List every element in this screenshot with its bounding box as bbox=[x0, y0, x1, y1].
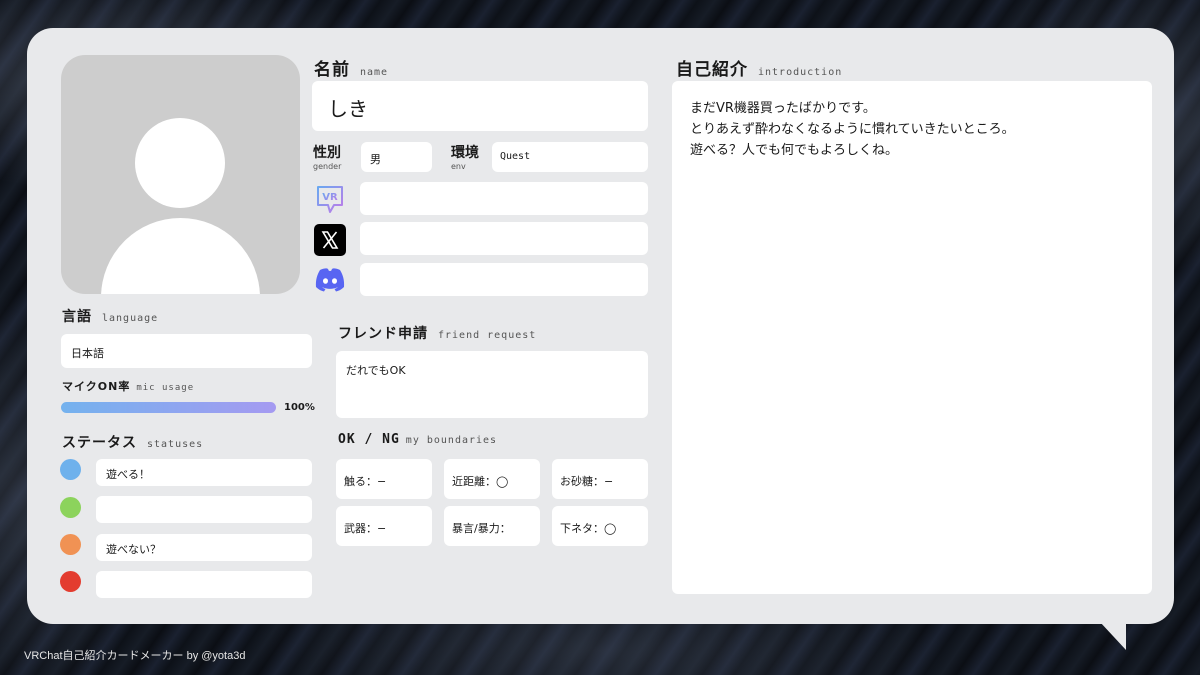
vrchat-icon: VR bbox=[314, 183, 346, 215]
introduction-line-2: とりあえず酔わなくなるように慣れていきたいところ。 bbox=[690, 122, 1015, 137]
statuses-title: ステータス statuses bbox=[62, 432, 203, 452]
boundary-abuse-violence[interactable]: 暴言/暴力： bbox=[444, 506, 540, 546]
boundary-dirty-jokes[interactable]: 下ネタ：◯ bbox=[552, 506, 648, 546]
env-label-group: 環境 env bbox=[451, 142, 479, 171]
boundary-abuse-violence-text: 暴言/暴力： bbox=[452, 522, 511, 535]
name-value: しき bbox=[328, 97, 368, 121]
language-label: 言語 bbox=[62, 309, 92, 325]
status-dot-green bbox=[60, 497, 81, 518]
language-value: 日本語 bbox=[71, 347, 104, 360]
language-label-en: language bbox=[102, 313, 159, 324]
introduction-field[interactable]: まだVR機器買ったばかりです。 とりあえず酔わなくなるように慣れていきたいところ… bbox=[672, 81, 1152, 594]
avatar-head-shape bbox=[135, 118, 225, 208]
boundary-osatou[interactable]: お砂糖：− bbox=[552, 459, 648, 499]
status-dot-red bbox=[60, 571, 81, 592]
status-field-4[interactable] bbox=[96, 571, 312, 598]
mic-label: マイクON率 bbox=[62, 380, 131, 393]
boundary-touch-text: 触る：− bbox=[344, 475, 387, 488]
boundary-weapons-text: 武器：− bbox=[344, 522, 387, 535]
status-field-2[interactable] bbox=[96, 496, 312, 523]
introduction-line-1: まだVR機器買ったばかりです。 bbox=[690, 101, 876, 116]
svg-text:VR: VR bbox=[322, 192, 338, 203]
vrchat-id-field[interactable] bbox=[360, 182, 648, 215]
name-field[interactable]: しき bbox=[312, 81, 648, 131]
introduction-text: まだVR機器買ったばかりです。 とりあえず酔わなくなるように慣れていきたいところ… bbox=[690, 98, 1015, 161]
mic-title: マイクON率 mic usage bbox=[62, 378, 194, 394]
card-tail bbox=[1100, 622, 1126, 650]
status-text-3: 遊べない？ bbox=[106, 543, 161, 556]
language-field[interactable]: 日本語 bbox=[61, 334, 312, 368]
env-value: Quest bbox=[500, 151, 531, 162]
boundary-weapons[interactable]: 武器：− bbox=[336, 506, 432, 546]
statuses-label: ステータス bbox=[62, 435, 137, 451]
name-title: 名前 name bbox=[314, 55, 388, 80]
boundary-close-distance[interactable]: 近距離：◯ bbox=[444, 459, 540, 499]
friend-request-label: フレンド申請 bbox=[338, 326, 428, 342]
friend-request-title: フレンド申請 friend request bbox=[338, 323, 536, 343]
introduction-title: 自己紹介 introduction bbox=[676, 55, 842, 80]
env-label: 環境 bbox=[451, 145, 479, 161]
introduction-line-3: 遊べる？人でも何でもよろしくね。 bbox=[690, 143, 899, 158]
status-dot-blue bbox=[60, 459, 81, 480]
status-field-3[interactable]: 遊べない？ bbox=[96, 534, 312, 561]
friend-request-field[interactable]: だれでもOK bbox=[336, 351, 648, 418]
discord-id-field[interactable] bbox=[360, 263, 648, 296]
boundary-close-distance-text: 近距離：◯ bbox=[452, 475, 509, 488]
friend-request-value: だれでもOK bbox=[346, 364, 406, 377]
x-id-field[interactable] bbox=[360, 222, 648, 255]
status-field-1[interactable]: 遊べる！ bbox=[96, 459, 312, 486]
gender-value: 男 bbox=[370, 153, 381, 166]
status-text-1: 遊べる！ bbox=[106, 468, 150, 481]
friend-request-label-en: friend request bbox=[438, 330, 537, 341]
avatar-placeholder[interactable] bbox=[61, 55, 300, 294]
boundaries-label: OK / NG bbox=[338, 432, 400, 447]
boundaries-label-en: my boundaries bbox=[405, 435, 498, 446]
gender-label: 性別 bbox=[313, 145, 341, 161]
gender-field[interactable]: 男 bbox=[361, 142, 432, 172]
footer-credit: VRChat自己紹介カードメーカー by @yota3d bbox=[24, 650, 246, 662]
statuses-label-en: statuses bbox=[147, 439, 204, 450]
discord-icon bbox=[313, 265, 345, 297]
x-logo-icon bbox=[314, 224, 346, 256]
mic-label-en: mic usage bbox=[136, 383, 195, 393]
language-title: 言語 language bbox=[62, 306, 158, 326]
boundary-dirty-jokes-text: 下ネタ：◯ bbox=[560, 522, 617, 535]
boundary-osatou-text: お砂糖：− bbox=[560, 475, 614, 488]
status-dot-orange bbox=[60, 534, 81, 555]
avatar-body-shape bbox=[101, 218, 260, 294]
env-field[interactable]: Quest bbox=[492, 142, 648, 172]
boundary-touch[interactable]: 触る：− bbox=[336, 459, 432, 499]
mic-usage-bar bbox=[61, 402, 276, 413]
boundaries-title: OK / NG my boundaries bbox=[338, 432, 497, 447]
introduction-label-en: introduction bbox=[758, 67, 843, 78]
name-label-en: name bbox=[360, 67, 389, 78]
gender-label-group: 性別 gender bbox=[313, 142, 341, 171]
gender-label-en: gender bbox=[313, 162, 342, 171]
env-label-en: env bbox=[451, 162, 466, 171]
name-label: 名前 bbox=[314, 60, 350, 80]
introduction-label: 自己紹介 bbox=[676, 60, 748, 80]
mic-usage-percent: 100% bbox=[284, 402, 315, 413]
